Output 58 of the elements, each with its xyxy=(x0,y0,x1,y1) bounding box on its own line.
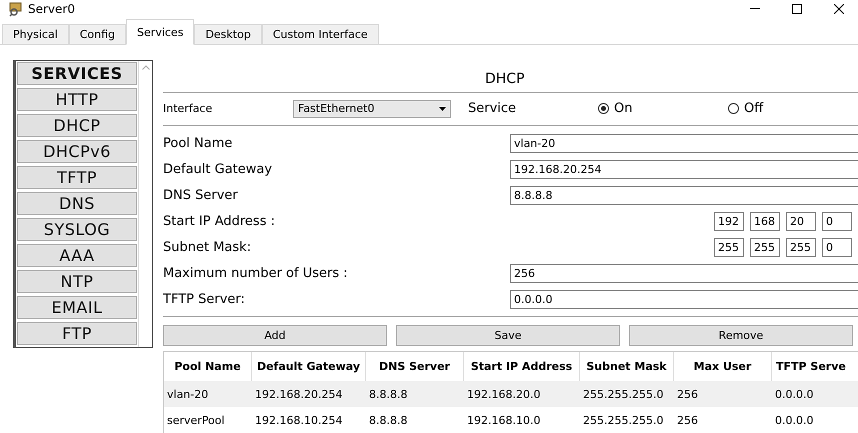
octet-field[interactable]: 255 xyxy=(750,238,780,258)
close-icon[interactable] xyxy=(834,4,844,14)
service-item[interactable]: DHCPv6 xyxy=(17,140,137,163)
tab[interactable]: Services xyxy=(126,19,194,45)
action-button[interactable]: Save xyxy=(396,325,620,346)
octet-field[interactable]: 0 xyxy=(822,238,852,258)
table-cell: vlan-20 xyxy=(164,381,252,407)
octet-field[interactable]: 192 xyxy=(714,212,744,232)
input-field[interactable]: vlan-20 xyxy=(510,134,858,154)
table-cell: 192.168.20.0 xyxy=(464,381,580,407)
maximize-icon[interactable] xyxy=(792,4,802,14)
service-item[interactable]: TFTP xyxy=(17,166,137,189)
panel-title: DHCP xyxy=(484,70,526,89)
service-item[interactable]: SYSLOG xyxy=(17,218,137,241)
action-button[interactable]: Remove xyxy=(629,325,853,346)
minimize-icon[interactable] xyxy=(750,8,760,10)
field-label: Default Gateway xyxy=(163,162,274,178)
octet-field[interactable]: 168 xyxy=(750,212,780,232)
interface-dropdown[interactable]: FastEthernet0 xyxy=(293,100,451,118)
services-header: SERVICES xyxy=(17,62,137,85)
table-cell: 0.0.0.0 xyxy=(772,381,858,407)
field-label: DNS Server xyxy=(163,188,239,204)
table-cell: 8.8.8.8 xyxy=(366,381,464,407)
field-label: TFTP Server: xyxy=(163,292,246,308)
octet-field[interactable]: 20 xyxy=(786,212,816,232)
table-cell: 255.255.255.0 xyxy=(580,381,674,407)
input-field[interactable]: 192.168.20.254 xyxy=(510,160,858,180)
service-item[interactable]: NTP xyxy=(17,270,137,293)
caret-icon xyxy=(439,106,446,111)
tab[interactable]: Config xyxy=(68,24,126,44)
field-label: Maximum number of Users : xyxy=(163,266,349,282)
tab[interactable]: Desktop xyxy=(194,24,262,44)
server-app-icon xyxy=(8,1,24,17)
service-item[interactable]: DHCP xyxy=(17,114,137,137)
service-item[interactable]: DNS xyxy=(17,192,137,215)
service-label: Service xyxy=(468,101,518,116)
window-title: Server0 xyxy=(28,2,76,16)
tab[interactable]: Custom Interface xyxy=(262,24,379,44)
service-item[interactable]: AAA xyxy=(17,244,137,267)
interface-label: Interface xyxy=(163,102,214,116)
octet-field[interactable]: 255 xyxy=(714,238,744,258)
service-item[interactable]: HTTP xyxy=(17,88,137,111)
table-cell: 256 xyxy=(674,381,772,407)
service-item[interactable]: FTP xyxy=(17,322,137,345)
octet-field[interactable]: 255 xyxy=(786,238,816,258)
service-item[interactable]: EMAIL xyxy=(17,296,137,319)
input-field[interactable]: 256 xyxy=(510,264,858,284)
radio-option[interactable]: On xyxy=(598,101,728,116)
radio-option[interactable]: Off xyxy=(728,101,858,116)
field-label: Pool Name xyxy=(163,136,234,152)
action-button[interactable]: Add xyxy=(163,325,387,346)
octet-field[interactable]: 0 xyxy=(822,212,852,232)
input-field[interactable]: 0.0.0.0 xyxy=(510,290,858,310)
tab[interactable]: Physical xyxy=(2,24,69,44)
input-field[interactable]: 8.8.8.8 xyxy=(510,186,858,206)
field-label: Subnet Mask: xyxy=(163,240,252,256)
field-label: Start IP Address : xyxy=(163,214,276,230)
table-cell: 192.168.20.254 xyxy=(252,381,366,407)
